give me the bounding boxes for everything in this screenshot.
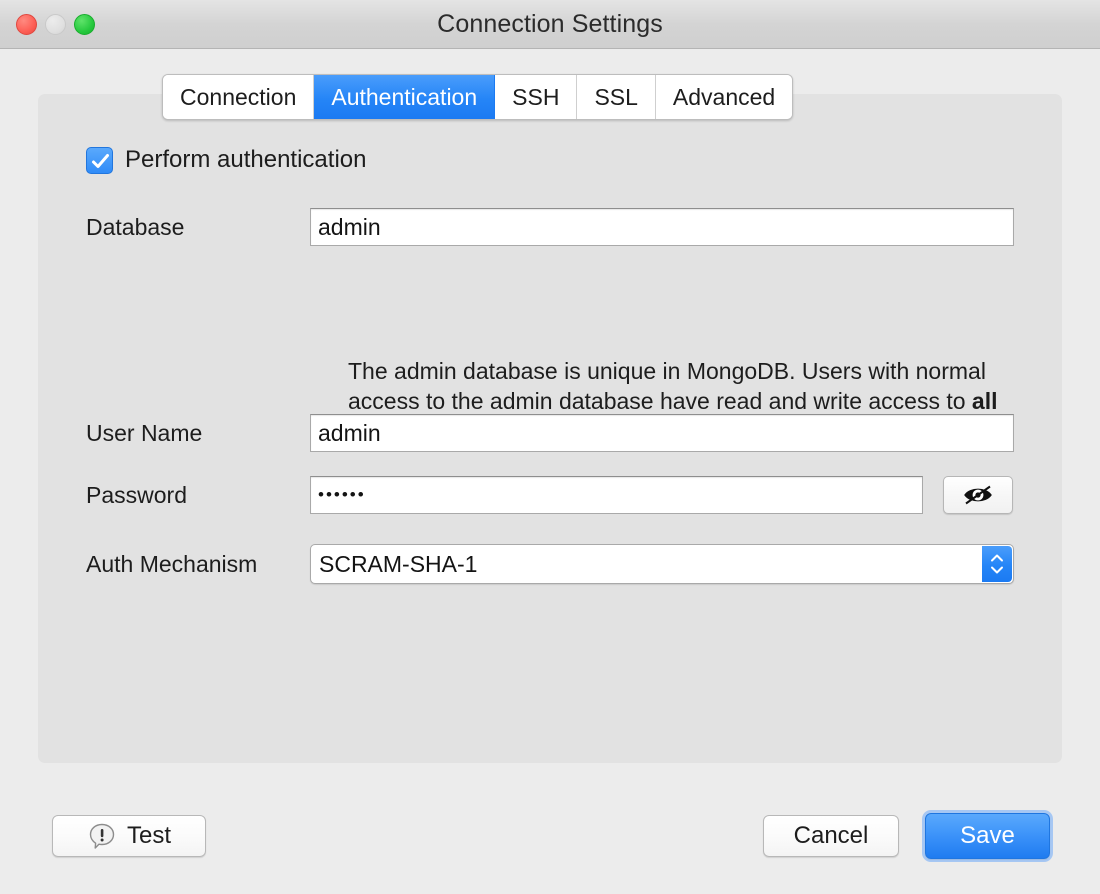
database-input[interactable]: admin xyxy=(310,208,1014,246)
authentication-panel: Perform authentication Database admin Th… xyxy=(38,94,1062,763)
title-bar: Connection Settings xyxy=(0,0,1100,49)
alert-bubble-icon xyxy=(89,823,115,849)
minimize-button[interactable] xyxy=(45,13,66,35)
test-button-label: Test xyxy=(126,822,171,849)
password-label: Password xyxy=(86,481,187,508)
database-row: Database admin xyxy=(86,208,1014,246)
chevron-up-icon xyxy=(991,554,1003,562)
content-area: Perform authentication Database admin Th… xyxy=(0,49,1100,780)
database-help-part1: The admin database is unique in MongoDB.… xyxy=(348,358,986,414)
reveal-password-button[interactable] xyxy=(943,476,1013,514)
authentication-form: Perform authentication Database admin Th… xyxy=(38,94,1062,763)
test-button[interactable]: Test xyxy=(52,815,206,857)
username-label: User Name xyxy=(86,419,203,446)
tab-ssl[interactable]: SSL xyxy=(577,75,656,119)
password-row: Password •••••• xyxy=(86,476,1013,514)
database-label: Database xyxy=(86,213,185,240)
save-button[interactable]: Save xyxy=(925,813,1050,859)
auth-mechanism-value: SCRAM-SHA-1 xyxy=(319,550,478,577)
eye-slash-icon xyxy=(964,485,992,505)
tab-authentication[interactable]: Authentication xyxy=(314,75,496,119)
perform-authentication-label: Perform authentication xyxy=(125,146,367,173)
window-controls xyxy=(16,0,95,48)
tab-ssh[interactable]: SSH xyxy=(495,75,578,119)
password-input[interactable]: •••••• xyxy=(310,476,923,514)
zoom-button[interactable] xyxy=(74,13,95,35)
perform-authentication-checkbox[interactable] xyxy=(86,146,113,174)
tab-bar: Connection Authentication SSH SSL Advanc… xyxy=(162,74,794,120)
connection-settings-window: Connection Settings Connection Authentic… xyxy=(0,0,1100,894)
username-input[interactable]: admin xyxy=(310,414,1014,452)
tab-advanced[interactable]: Advanced xyxy=(655,75,793,119)
auth-mechanism-label: Auth Mechanism xyxy=(86,550,258,577)
cancel-button[interactable]: Cancel xyxy=(763,815,899,857)
dialog-button-bar: Test Cancel Save xyxy=(0,780,1100,894)
perform-authentication-row: Perform authentication xyxy=(86,146,366,174)
username-row: User Name admin xyxy=(86,414,1014,452)
checkmark-icon xyxy=(92,153,109,168)
close-button[interactable] xyxy=(16,13,37,35)
chevron-down-icon xyxy=(991,566,1003,574)
window-title: Connection Settings xyxy=(437,9,663,38)
auth-mechanism-select[interactable]: SCRAM-SHA-1 xyxy=(310,544,1014,584)
auth-mechanism-row: Auth Mechanism SCRAM-SHA-1 xyxy=(86,544,1014,584)
auth-mechanism-stepper[interactable] xyxy=(982,546,1012,582)
tab-connection[interactable]: Connection xyxy=(163,75,315,119)
